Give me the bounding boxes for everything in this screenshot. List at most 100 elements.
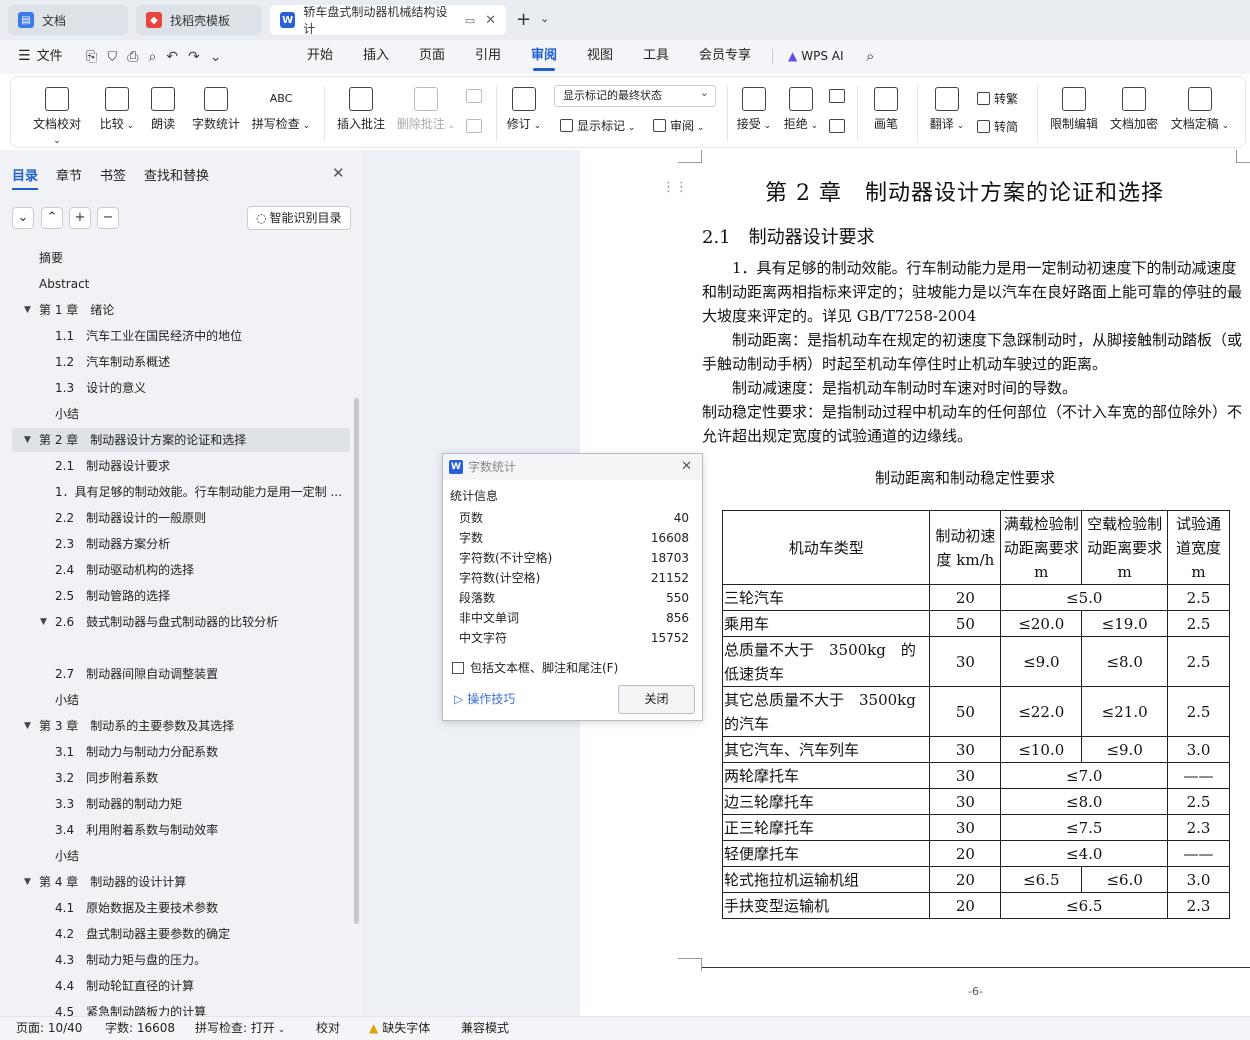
- toc-item[interactable]: Abstract: [12, 272, 350, 296]
- wps-ai-button[interactable]: ▲ WPS AI: [788, 40, 844, 74]
- toc-item[interactable]: 4.3 制动力矩与盘的压力。: [12, 948, 350, 972]
- collapse-icon[interactable]: ⌄: [12, 207, 34, 229]
- next-change-icon[interactable]: [829, 119, 845, 133]
- toc-item[interactable]: 2.2 制动器设计的一般原则: [12, 506, 350, 530]
- toc-item[interactable]: 1.2 汽车制动系概述: [12, 350, 350, 374]
- close-tab-icon[interactable]: ✕: [485, 13, 496, 28]
- dialog-titlebar[interactable]: W 字数统计 ✕: [443, 454, 702, 480]
- delete-comment-button[interactable]: 删除批注 ⌄: [396, 83, 456, 132]
- show-markup-button[interactable]: 显示标记 ⌄: [560, 117, 635, 134]
- toc-item[interactable]: ▼ 第 3 章 制动系的主要参数及其选择: [12, 714, 350, 738]
- prev-comment-icon[interactable]: [466, 89, 482, 103]
- menu-file[interactable]: ☰ 文件: [18, 40, 63, 74]
- status-page[interactable]: 页面: 10/40: [16, 1017, 82, 1039]
- drag-handle-icon[interactable]: ⋮⋮: [662, 180, 688, 195]
- toc-item[interactable]: 3.1 制动力与制动力分配系数: [12, 740, 350, 764]
- new-tab-icon[interactable]: +: [516, 9, 531, 30]
- toc-item[interactable]: ▼ 第 2 章 制动器设计方案的论证和选择: [12, 428, 350, 452]
- toc-item[interactable]: 1.3 设计的意义: [12, 376, 350, 400]
- toc-item[interactable]: 4.1 原始数据及主要技术参数: [12, 896, 350, 920]
- revise-button[interactable]: 修订 ⌄: [505, 83, 543, 132]
- menu-member[interactable]: 会员专享: [699, 40, 751, 74]
- add-level-icon[interactable]: +: [69, 207, 91, 229]
- close-panel-icon[interactable]: ✕: [332, 164, 345, 182]
- close-icon[interactable]: ✕: [681, 454, 692, 480]
- toc-item[interactable]: 4.2 盘式制动器主要参数的确定: [12, 922, 350, 946]
- expand-arrow-icon[interactable]: ▼: [24, 298, 31, 322]
- toc-item[interactable]: 1.1 汽车工业在国民经济中的地位: [12, 324, 350, 348]
- include-textbox-checkbox[interactable]: 包括文本框、脚注和尾注(F): [452, 659, 618, 676]
- toc-item[interactable]: 3.4 利用附着系数与制动效率: [12, 818, 350, 842]
- checkbox-box[interactable]: [452, 662, 464, 674]
- tab-toc[interactable]: 目录: [12, 165, 39, 190]
- status-spell[interactable]: 拼写检查: 打开 ⌄: [195, 1017, 285, 1040]
- markup-state-select[interactable]: 显示标记的最终状态: [554, 83, 716, 107]
- menu-tools[interactable]: 工具: [643, 40, 669, 74]
- tab-find-replace[interactable]: 查找和替换: [144, 165, 209, 184]
- search-icon[interactable]: ⌕: [866, 47, 874, 65]
- tab-document[interactable]: W 轿车盘式制动器机械结构设计 ▭ ✕: [270, 5, 506, 36]
- to-traditional-button[interactable]: 转繁: [977, 90, 1018, 107]
- toc-item[interactable]: 1．具有足够的制动效能。行车制动能力是用一定制 ...: [12, 480, 350, 504]
- to-simplified-button[interactable]: 转简: [977, 118, 1018, 135]
- toc-item[interactable]: 小结: [12, 844, 350, 868]
- review-pane-button[interactable]: 审阅 ⌄: [653, 117, 704, 134]
- tab-bookmarks[interactable]: 书签: [100, 165, 126, 184]
- expand-arrow-icon[interactable]: ▼: [24, 428, 31, 452]
- insert-comment-button[interactable]: 插入批注: [336, 83, 386, 132]
- toc-item[interactable]: 小结: [12, 688, 350, 712]
- doc-check-button[interactable]: 文档校对 ⌄: [29, 83, 85, 146]
- spell-check-button[interactable]: ABC 拼写检查 ⌄: [251, 83, 311, 132]
- tab-chapters[interactable]: 章节: [56, 165, 82, 184]
- reject-button[interactable]: 拒绝 ⌄: [782, 83, 820, 132]
- menu-view[interactable]: 视图: [587, 40, 613, 74]
- expand-arrow-icon[interactable]: ▼: [40, 610, 47, 634]
- expand-up-icon[interactable]: ⌃: [41, 207, 63, 229]
- toc-item[interactable]: 2.3 制动器方案分析: [12, 532, 350, 556]
- pen-button[interactable]: 画笔: [872, 83, 900, 132]
- smart-toc-button[interactable]: ◌ 智能识别目录: [247, 206, 351, 230]
- next-comment-icon[interactable]: [466, 119, 482, 133]
- toc-item[interactable]: 4.4 制动轮缸直径的计算: [12, 974, 350, 998]
- translate-button[interactable]: 翻译 ⌄: [928, 83, 966, 132]
- tab-docs[interactable]: ▤ 文档: [8, 5, 128, 35]
- restrict-edit-button[interactable]: 限制编辑: [1049, 83, 1099, 132]
- toc-item[interactable]: 3.3 制动器的制动力矩: [12, 792, 350, 816]
- prev-change-icon[interactable]: [829, 89, 845, 103]
- panel-scrollbar[interactable]: [354, 398, 359, 924]
- toc-item[interactable]: 2.7 制动器间隙自动调整装置: [12, 662, 350, 686]
- expand-arrow-icon[interactable]: ▼: [24, 714, 31, 738]
- toc-item[interactable]: ▼ 2.6 鼓式制动器与盘式制动器的比较分析: [12, 610, 350, 634]
- status-words[interactable]: 字数: 16608: [105, 1017, 175, 1039]
- accept-button[interactable]: 接受 ⌄: [735, 83, 773, 132]
- toc-item[interactable]: [12, 636, 350, 660]
- dialog-close-button[interactable]: 关闭: [618, 685, 695, 714]
- menu-reference[interactable]: 引用: [475, 40, 501, 74]
- status-missing-font[interactable]: ▲ 缺失字体: [369, 1017, 430, 1039]
- finalize-button[interactable]: 文档定稿 ⌄: [1169, 83, 1231, 132]
- screen-icon[interactable]: ▭: [465, 14, 475, 27]
- toc-item[interactable]: 2.1 制动器设计要求: [12, 454, 350, 478]
- toc-item[interactable]: 摘要: [12, 246, 350, 270]
- menu-insert[interactable]: 插入: [363, 40, 389, 74]
- expand-arrow-icon[interactable]: ▼: [24, 870, 31, 894]
- menu-home[interactable]: 开始: [307, 40, 333, 74]
- tab-docer[interactable]: ◆ 找稻壳模板: [136, 5, 262, 35]
- remove-level-icon[interactable]: −: [97, 207, 119, 229]
- toc-item[interactable]: ▼ 第 1 章 绪论: [12, 298, 350, 322]
- toc-item[interactable]: 小结: [12, 402, 350, 426]
- read-aloud-button[interactable]: 朗读: [149, 83, 177, 132]
- menu-page[interactable]: 页面: [419, 40, 445, 74]
- encrypt-button[interactable]: 文档加密: [1109, 83, 1159, 132]
- chevron-down-icon[interactable]: ⌄: [540, 12, 549, 25]
- toc-item[interactable]: 3.2 同步附着系数: [12, 766, 350, 790]
- tips-link[interactable]: ▷ 操作技巧: [454, 690, 515, 707]
- word-count-button[interactable]: 字数统计: [191, 83, 241, 132]
- quick-access-icons[interactable]: ⎘⛉⎙⌕↶↷⌄: [86, 49, 232, 65]
- toc-item[interactable]: 2.5 制动管路的选择: [12, 584, 350, 608]
- toc-item[interactable]: 2.4 制动驱动机构的选择: [12, 558, 350, 582]
- compare-button[interactable]: 比较 ⌄: [99, 83, 135, 132]
- menu-review[interactable]: 审阅: [531, 40, 557, 74]
- toc-item[interactable]: ▼ 第 4 章 制动器的设计计算: [12, 870, 350, 894]
- status-proof[interactable]: 校对: [316, 1017, 340, 1039]
